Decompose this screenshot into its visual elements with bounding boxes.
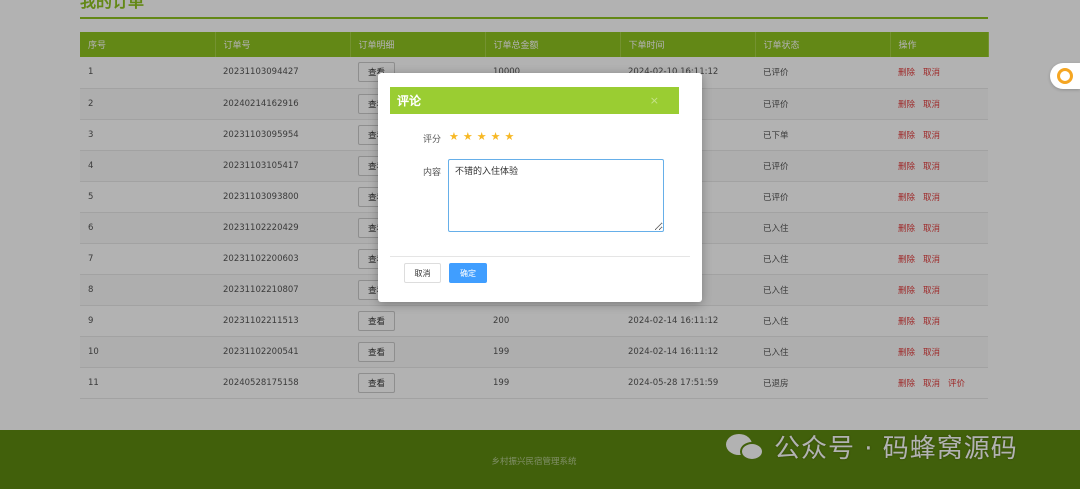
confirm-button[interactable]: 确定 [449, 263, 487, 283]
modal-header: 评论 × [390, 87, 679, 114]
modal-divider [390, 256, 690, 257]
close-icon[interactable]: × [650, 94, 659, 107]
side-widget[interactable] [1050, 63, 1080, 89]
content-label: 内容 [423, 168, 442, 178]
star-icon[interactable]: ★ [449, 130, 459, 143]
star-icon[interactable]: ★ [477, 130, 487, 143]
star-icon[interactable]: ★ [463, 130, 473, 143]
comment-content-input[interactable]: 不错的入住体验 [448, 159, 664, 232]
star-icon[interactable]: ★ [491, 130, 501, 143]
comment-modal: 评论 × 评分 ★ ★ ★ ★ ★ 内容 不错的入住体验 取消 确定 [378, 73, 702, 302]
rating-stars[interactable]: ★ ★ ★ ★ ★ [449, 130, 518, 143]
modal-title: 评论 [397, 94, 422, 108]
refresh-icon [1057, 68, 1073, 84]
rating-label: 评分 [423, 135, 442, 145]
star-icon[interactable]: ★ [505, 130, 515, 143]
cancel-button[interactable]: 取消 [404, 263, 441, 283]
